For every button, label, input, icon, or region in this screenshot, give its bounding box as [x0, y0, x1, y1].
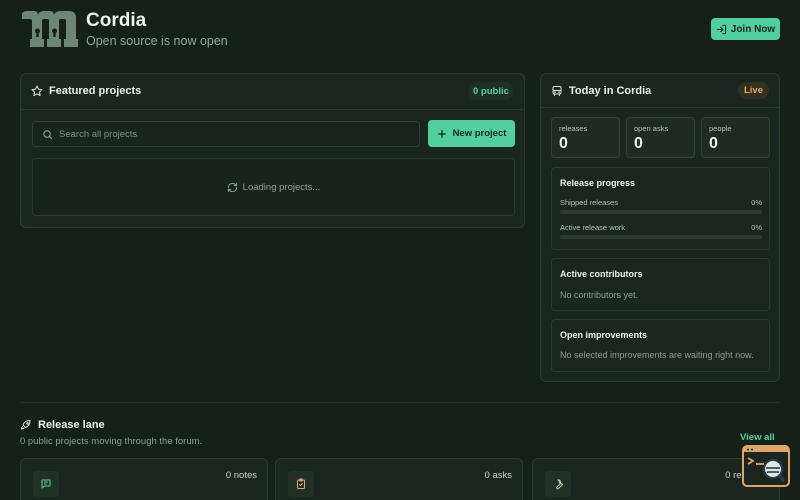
shipped-releases-bar	[560, 210, 762, 214]
cordia-logo-icon	[22, 11, 78, 47]
header: Cordia Open source is now open Join Now	[0, 0, 800, 60]
new-project-button[interactable]: New project	[428, 120, 515, 147]
stat-label: releases	[559, 124, 588, 133]
active-release-row: Active release work 0%	[560, 223, 762, 232]
open-improvements-text: No selected improvements are waiting rig…	[560, 350, 754, 360]
active-release-percent: 0%	[751, 223, 762, 232]
lane-card-notes[interactable]: 0 notes	[20, 458, 268, 500]
today-title: Today in Cordia	[569, 85, 652, 97]
today-divider	[541, 107, 779, 108]
featured-projects-card: Featured projects 0 public New project L…	[20, 73, 525, 228]
lane-count: 0 notes	[225, 470, 257, 481]
active-contributors-text: No contributors yet.	[560, 290, 639, 300]
view-all-link[interactable]: View all	[740, 432, 775, 443]
app-title: Cordia	[86, 10, 147, 31]
live-badge: Live	[738, 82, 769, 99]
lane-icon-box	[288, 471, 314, 497]
shipped-releases-row: Shipped releases 0%	[560, 198, 762, 207]
section-divider	[20, 402, 780, 403]
lane-count: 0 asks	[484, 470, 512, 481]
featured-divider	[21, 109, 524, 110]
active-release-label: Active release work	[560, 223, 626, 232]
stat-open-asks: open asks 0	[626, 117, 695, 158]
active-release-bar	[560, 235, 762, 239]
app-subtitle: Open source is now open	[86, 34, 228, 48]
release-lane-heading: Release lane	[20, 419, 105, 431]
release-lane-title: Release lane	[38, 419, 105, 431]
join-now-label: Join Now	[730, 23, 776, 35]
stat-value: 0	[559, 135, 568, 152]
featured-projects-title: Featured projects	[49, 85, 142, 97]
lane-icon-box	[545, 471, 571, 497]
stat-label: people	[709, 124, 732, 133]
release-progress-panel: Release progress Shipped releases 0% Act…	[551, 167, 770, 250]
terminal-search-icon	[744, 447, 788, 482]
wrench-icon	[556, 479, 563, 490]
projects-loading-state: Loading projects...	[32, 158, 515, 216]
rocket-icon	[21, 420, 31, 430]
join-now-button[interactable]: Join Now	[711, 18, 780, 40]
stat-releases: releases 0	[551, 117, 620, 158]
public-count-badge: 0 public	[468, 82, 514, 100]
bus-icon	[552, 86, 562, 96]
stat-value: 0	[709, 135, 718, 152]
plus-icon	[437, 129, 446, 138]
open-improvements-panel: Open improvements No selected improvemen…	[551, 319, 770, 372]
stat-label: open asks	[634, 124, 669, 133]
open-improvements-title: Open improvements	[560, 330, 648, 340]
active-contributors-panel: Active contributors No contributors yet.	[551, 258, 770, 311]
clipboard-check-icon	[297, 478, 305, 489]
loading-text: Loading projects...	[242, 181, 321, 193]
assistant-widget[interactable]	[742, 445, 790, 487]
active-contributors-title: Active contributors	[560, 269, 643, 279]
lane-card-asks[interactable]: 0 asks	[275, 458, 523, 500]
featured-projects-heading: Featured projects	[31, 85, 141, 97]
release-progress-title: Release progress	[560, 178, 636, 188]
login-icon	[716, 24, 726, 34]
message-icon	[41, 479, 51, 489]
new-project-label: New project	[452, 128, 507, 139]
shipped-releases-percent: 0%	[751, 198, 762, 207]
today-heading: Today in Cordia	[551, 85, 651, 97]
lane-icon-box	[33, 471, 59, 497]
project-search-box[interactable]	[32, 121, 420, 147]
refresh-icon	[227, 182, 237, 192]
stat-value: 0	[634, 135, 643, 152]
star-icon	[31, 85, 43, 96]
stat-people: people 0	[701, 117, 770, 158]
release-lane-subtitle: 0 public projects moving through the for…	[20, 436, 203, 447]
search-input[interactable]	[59, 128, 389, 140]
search-icon	[43, 129, 53, 139]
today-card: Today in Cordia Live releases 0 open ask…	[540, 73, 780, 382]
shipped-releases-label: Shipped releases	[560, 198, 618, 207]
